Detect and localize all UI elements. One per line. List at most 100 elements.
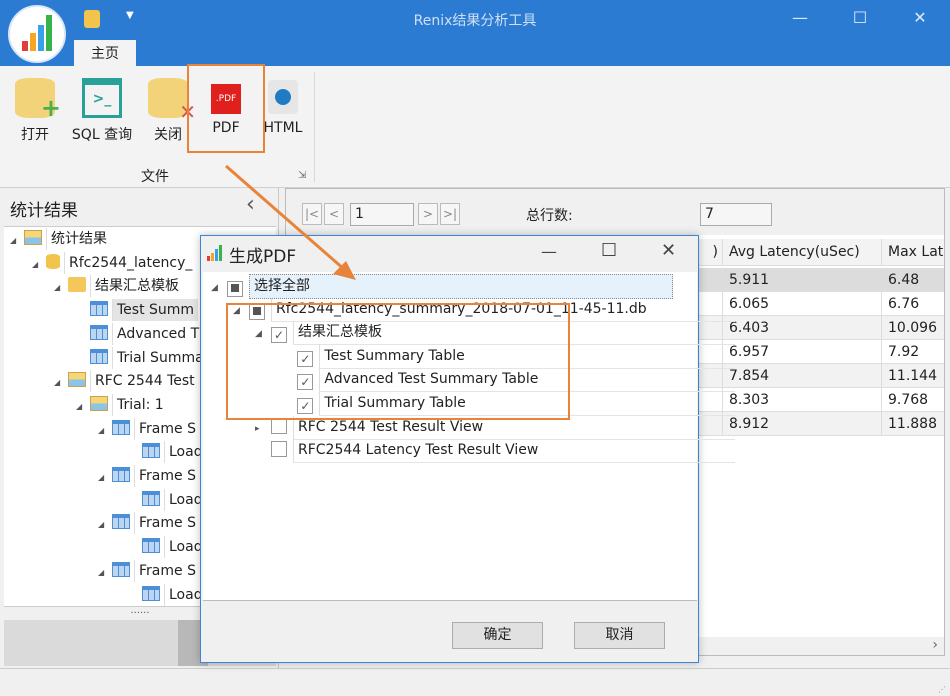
tree-node[interactable]: Trial Summa	[76, 346, 208, 369]
group-dialog-launcher-icon[interactable]: ⇲	[298, 170, 306, 181]
open-label: 打开	[21, 127, 49, 143]
tree-node-label: Frame S	[134, 559, 200, 582]
table-icon	[90, 324, 108, 340]
maximize-button[interactable]: ☐	[845, 8, 875, 27]
cancel-button[interactable]: 取消	[574, 622, 665, 649]
panel-title: 统计结果	[10, 201, 78, 221]
expand-icon[interactable]: ▸	[255, 418, 271, 441]
expand-icon[interactable]: ◢	[98, 514, 108, 536]
table-cell: 8.303	[723, 388, 882, 412]
pdf-tree-node[interactable]: ◢ 选择全部	[211, 274, 697, 300]
table-cell: 10.096	[882, 316, 950, 340]
tree-node[interactable]: ◢ Frame S	[98, 465, 200, 487]
expand-icon[interactable]: ◢	[211, 277, 227, 300]
expand-icon[interactable]: ◢	[76, 396, 86, 418]
table-cell: 6.065	[723, 292, 882, 316]
sql-query-button[interactable]: >_ SQL 查询	[68, 74, 136, 154]
tree-node[interactable]: Load	[128, 536, 207, 559]
expand-icon[interactable]: ◢	[54, 277, 64, 299]
tree-node-label: 统计结果	[46, 228, 111, 250]
db-icon	[46, 253, 60, 269]
dialog-minimize-button[interactable]: —	[541, 242, 557, 261]
scroll-right-icon[interactable]: ›	[932, 637, 938, 653]
table-icon	[112, 419, 130, 435]
image-icon	[90, 395, 108, 411]
group-label-file: 文件	[141, 169, 169, 185]
close-button[interactable]: ✕	[905, 8, 935, 27]
page-input[interactable]: 1	[350, 203, 414, 226]
pager: |< < 1 > >| 总行数: 7	[286, 189, 944, 235]
expand-icon[interactable]: ◢	[32, 254, 42, 276]
tree-node[interactable]: ◢ 结果汇总模板	[54, 275, 183, 299]
tree-node[interactable]: Test Summ	[76, 299, 199, 322]
html-button[interactable]: HTML	[262, 74, 304, 154]
tree-node[interactable]: ◢ 统计结果	[10, 228, 111, 250]
column-header[interactable]: Avg Latency(uSec)	[723, 239, 882, 266]
generate-pdf-dialog: 生成PDF — ☐ ✕ ◢ 选择全部 ◢ Rfc2544_latency_summar…	[200, 235, 735, 663]
tree-node[interactable]: ◢ Rfc2544_latency_	[32, 251, 196, 276]
close-db-button[interactable]: ✕ 关闭	[148, 74, 196, 154]
ribbon: + 打开 >_ SQL 查询 ✕ 关闭 .PDF PDF HTML 文件 ⇲	[0, 66, 950, 188]
globe-icon	[268, 80, 298, 114]
pdf-tree-node-label: 选择全部	[249, 274, 673, 299]
table-cell: 5.911	[723, 268, 882, 292]
table-cell: 11.144	[882, 364, 950, 388]
last-page-button[interactable]: >|	[440, 203, 460, 225]
title-bar: ▼ Renix结果分析工具 — ☐ ✕ 主页	[0, 0, 950, 66]
expand-icon[interactable]: ◢	[54, 372, 64, 394]
tree-node[interactable]: ◢ Frame S	[98, 417, 200, 442]
pdf-tree-node-label: RFC2544 Latency Test Result View	[293, 439, 735, 464]
tree-node-label: Trial Summa	[112, 346, 208, 369]
table-cell: 7.854	[723, 364, 882, 388]
tree-node[interactable]: Load	[128, 583, 207, 606]
close-db-label: 关闭	[154, 127, 182, 143]
next-page-button[interactable]: >	[418, 203, 438, 225]
folder-icon	[68, 277, 86, 293]
expand-icon[interactable]: ◢	[98, 467, 108, 489]
ok-button[interactable]: 确定	[452, 622, 543, 649]
tree-node-label: Frame S	[134, 512, 200, 535]
expand-icon[interactable]: ◢	[98, 420, 108, 442]
table-icon	[142, 443, 160, 459]
tree-node-label: Rfc2544_latency_	[64, 251, 196, 274]
table-icon	[90, 301, 108, 317]
pdf-tree-node[interactable]: RFC2544 Latency Test Result View	[255, 439, 735, 464]
annotation-box-pdf	[187, 64, 265, 153]
tree-node-label: Trial: 1	[112, 393, 168, 416]
ribbon-divider	[314, 72, 315, 182]
prev-page-button[interactable]: <	[324, 203, 344, 225]
table-cell: 6.403	[723, 316, 882, 340]
dialog-close-button[interactable]: ✕	[661, 240, 676, 261]
table-cell: 8.912	[723, 412, 882, 436]
dialog-maximize-button[interactable]: ☐	[601, 240, 617, 261]
tree-node[interactable]: ◢ Trial: 1	[76, 393, 168, 418]
tree-node[interactable]: Load	[128, 488, 207, 511]
table-icon	[90, 348, 108, 364]
table-icon	[112, 561, 130, 577]
tree-node[interactable]: ◢ Frame S	[98, 512, 200, 536]
tree-node[interactable]: ◢ Frame S	[98, 559, 200, 584]
tree-node-label: Test Summ	[112, 299, 199, 322]
column-header[interactable]: Max Lat	[882, 239, 950, 266]
annotation-box-selection	[226, 303, 570, 420]
expand-icon[interactable]: ◢	[10, 230, 20, 252]
sql-query-label: SQL 查询	[71, 127, 133, 143]
minimize-button[interactable]: —	[785, 8, 815, 27]
checkbox[interactable]	[227, 281, 243, 297]
expand-icon[interactable]: ◢	[98, 562, 108, 584]
table-cell: 6.76	[882, 292, 950, 316]
open-button[interactable]: + 打开	[12, 74, 61, 154]
tab-home[interactable]: 主页	[74, 40, 136, 66]
tree-node-label: Frame S	[134, 417, 200, 440]
table-cell: 6.48	[882, 268, 950, 292]
database-close-icon: ✕	[148, 78, 196, 124]
collapse-panel-icon[interactable]: ‹	[246, 192, 255, 217]
tree-node-label: Advanced T	[112, 322, 203, 345]
table-icon	[142, 490, 160, 506]
resize-grip-icon[interactable]: ⋰	[938, 685, 946, 694]
tree-node[interactable]: ◢ RFC 2544 Test	[54, 370, 199, 394]
checkbox[interactable]	[271, 441, 287, 458]
tree-node[interactable]: Load	[128, 441, 207, 464]
tree-node[interactable]: Advanced T	[76, 322, 203, 345]
first-page-button[interactable]: |<	[302, 203, 322, 225]
